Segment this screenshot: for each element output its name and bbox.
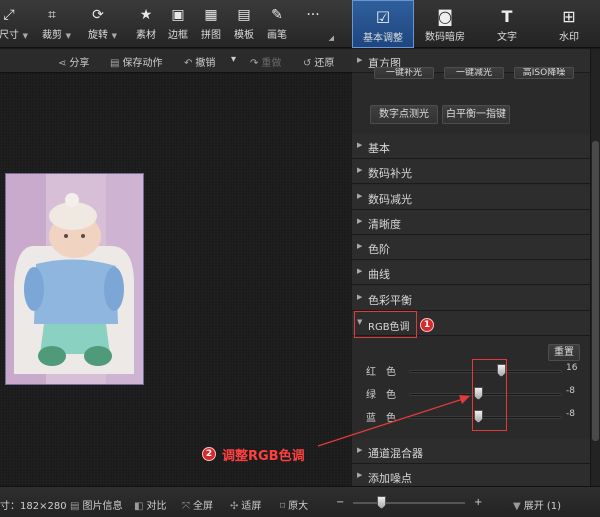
annotation-arrow [317,395,470,447]
